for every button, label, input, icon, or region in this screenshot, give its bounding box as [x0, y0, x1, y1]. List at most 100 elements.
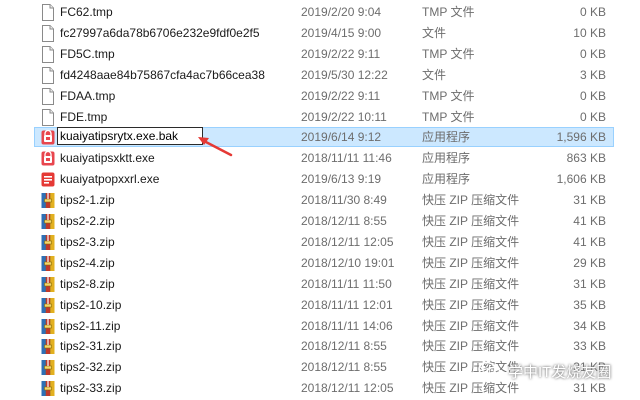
file-row[interactable]: tips2-11.zip 2018/11/11 14:06 快压 ZIP 压缩文件 3…: [0, 316, 640, 337]
file-size: 10 KB: [573, 25, 606, 40]
file-date-modified: 2018/12/11 8:55: [301, 360, 387, 375]
file-row[interactable]: FD5C.tmp 2019/2/22 9:11 TMP 文件 0 KB: [0, 44, 640, 65]
blank-file-icon: [41, 87, 55, 105]
file-row[interactable]: FC62.tmp 2019/2/20 9:04 TMP 文件 0 KB: [0, 2, 640, 23]
rename-input[interactable]: kuaiyatipsrytx.exe.bak: [57, 127, 203, 146]
file-row[interactable]: kuaiyatipsxktt.exe 2018/11/11 11:46 应用程序 86…: [0, 148, 640, 169]
file-type: 快压 ZIP 压缩文件: [422, 255, 520, 270]
file-type: TMP 文件: [422, 88, 475, 103]
file-size: 0 KB: [579, 109, 606, 124]
file-date-modified: 2019/4/15 9:00: [301, 25, 382, 40]
file-type: 快压 ZIP 压缩文件: [422, 214, 520, 228]
file-row[interactable]: fc27997a6da78b6706e232e9fdf0e2f5 2019/4/1…: [0, 23, 640, 44]
file-row[interactable]: fd4248aae84b75867cfa4ac7b66cea38 2019/5/3…: [0, 65, 640, 86]
file-size: 0 KB: [579, 46, 606, 61]
file-name: kuaiyatpopxxrl.exe: [60, 172, 160, 187]
zip-archive-icon: [41, 234, 55, 251]
file-size: 1,596 KB: [556, 130, 606, 145]
file-row[interactable]: tips2-31.zip 2018/12/11 8:55 快压 ZIP 压缩文件 33…: [0, 336, 640, 357]
zip-archive-icon: [41, 213, 55, 230]
file-size: 31 KB: [573, 276, 606, 291]
file-type: 快压 ZIP 压缩文件: [422, 339, 520, 354]
file-date-modified: 2019/2/22 10:11: [301, 109, 387, 124]
file-type: 快压 ZIP 压缩文件: [422, 193, 520, 208]
file-size: 31 KB: [573, 193, 606, 208]
file-date-modified: 2018/11/11 11:50: [301, 276, 392, 291]
app-bag-icon: [41, 150, 55, 167]
zip-archive-icon: [41, 338, 55, 355]
file-type: 快压 ZIP 压缩文件: [422, 297, 520, 312]
app-popup-icon: [41, 171, 55, 188]
watermark: 学中IT发烧友圈: [478, 360, 611, 382]
zip-archive-icon: [41, 380, 55, 397]
file-type: TMP 文件: [422, 5, 475, 19]
file-date-modified: 2018/11/11 12:01: [301, 297, 393, 312]
file-size: 31 KB: [573, 381, 606, 396]
file-name: FD5C.tmp: [60, 46, 115, 61]
file-size: 863 KB: [566, 151, 606, 166]
file-name: kuaiyatipsxktt.exe: [60, 151, 155, 166]
file-size: 35 KB: [573, 297, 606, 312]
app-bag-icon: [41, 129, 55, 146]
annotation-arrow: [198, 137, 233, 157]
file-row[interactable]: kuaiyatipsrytx.exe.bak 2019/6/14 9:12 应用程序…: [0, 127, 640, 148]
file-row[interactable]: tips2-4.zip 2018/12/10 19:01 快压 ZIP 压缩文件 29…: [0, 253, 640, 274]
file-name: fd4248aae84b75867cfa4ac7b66cea38: [60, 67, 265, 82]
file-row[interactable]: tips2-3.zip 2018/12/11 12:05 快压 ZIP 压缩文件 41…: [0, 232, 640, 253]
file-name: tips2-3.zip: [60, 234, 115, 249]
file-type: 文件: [422, 67, 447, 82]
zip-archive-icon: [41, 255, 55, 272]
file-name: tips2-11.zip: [60, 318, 121, 333]
file-type: 快压 ZIP 压缩文件: [422, 276, 520, 291]
blank-file-icon: [41, 108, 55, 126]
file-row[interactable]: kuaiyatpopxxrl.exe 2019/6/13 9:19 应用程序 1,60…: [0, 169, 640, 190]
file-type: 应用程序: [422, 172, 471, 187]
zip-archive-icon: [41, 297, 55, 314]
file-row[interactable]: tips2-1.zip 2018/11/30 8:49 快压 ZIP 压缩文件 31 …: [0, 190, 640, 211]
file-type: 文件: [422, 25, 447, 40]
wechat-icon: [478, 361, 502, 380]
file-row[interactable]: tips2-10.zip 2018/11/11 12:01 快压 ZIP 压缩文件 3…: [0, 295, 640, 316]
file-size: 33 KB: [573, 339, 606, 354]
file-size: 1,606 KB: [556, 172, 606, 187]
zip-archive-icon: [41, 192, 55, 209]
file-type: 快压 ZIP 压缩文件: [422, 318, 520, 333]
blank-file-icon: [41, 24, 55, 42]
file-row[interactable]: tips2-8.zip 2018/11/11 11:50 快压 ZIP 压缩文件 31…: [0, 274, 640, 295]
file-date-modified: 2019/6/13 9:19: [301, 172, 382, 187]
file-date-modified: 2018/11/11 11:46: [301, 151, 392, 166]
file-name: tips2-4.zip: [60, 255, 115, 270]
file-name: FDAA.tmp: [60, 88, 116, 103]
file-size: 41 KB: [573, 214, 606, 228]
watermark-text: 学中IT发烧友圈: [508, 363, 612, 381]
file-date-modified: 2019/6/14 9:12: [301, 130, 382, 145]
file-list: FC62.tmp 2019/2/20 9:04 TMP 文件 0 KB fc27997a…: [0, 0, 640, 400]
file-name: tips2-33.zip: [60, 381, 122, 396]
file-type: TMP 文件: [422, 46, 475, 61]
blank-file-icon: [41, 4, 55, 21]
file-name: tips2-32.zip: [60, 360, 122, 375]
file-name: FC62.tmp: [60, 5, 113, 19]
blank-file-icon: [41, 45, 55, 63]
file-size: 29 KB: [573, 255, 606, 270]
file-name: tips2-31.zip: [60, 339, 122, 354]
file-name: tips2-2.zip: [60, 214, 115, 228]
file-name: tips2-8.zip: [60, 276, 115, 291]
file-date-modified: 2018/12/10 19:01: [301, 255, 395, 270]
file-row[interactable]: tips2-2.zip 2018/12/11 8:55 快压 ZIP 压缩文件 41 …: [0, 211, 640, 232]
zip-archive-icon: [41, 318, 55, 335]
blank-file-icon: [41, 66, 55, 84]
file-date-modified: 2018/11/30 8:49: [301, 193, 387, 208]
file-date-modified: 2018/11/11 14:06: [301, 318, 393, 333]
file-name: FDE.tmp: [60, 109, 108, 124]
file-name: tips2-10.zip: [60, 297, 122, 312]
file-row[interactable]: FDE.tmp 2019/2/22 10:11 TMP 文件 0 KB: [0, 107, 640, 128]
file-row[interactable]: FDAA.tmp 2019/2/22 9:11 TMP 文件 0 KB: [0, 86, 640, 107]
file-name: tips2-1.zip: [60, 193, 115, 208]
file-type: TMP 文件: [422, 109, 475, 124]
file-date-modified: 2018/12/11 12:05: [301, 381, 394, 396]
file-type: 应用程序: [422, 130, 471, 145]
file-name: fc27997a6da78b6706e232e9fdf0e2f5: [60, 25, 260, 40]
file-date-modified: 2018/12/11 8:55: [301, 214, 387, 228]
file-date-modified: 2018/12/11 8:55: [301, 339, 387, 354]
